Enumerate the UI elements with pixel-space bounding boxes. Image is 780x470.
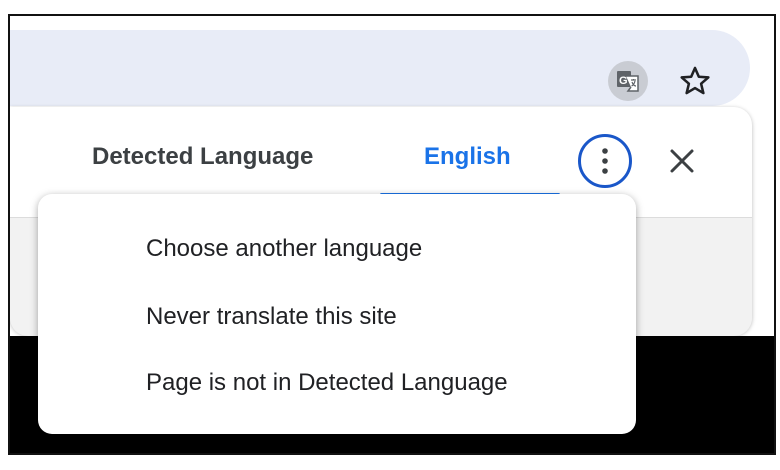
more-vert-icon bbox=[602, 148, 608, 174]
translate-icon[interactable]: G bbox=[608, 61, 648, 101]
menu-item-never-translate[interactable]: Never translate this site bbox=[146, 302, 397, 332]
more-options-button[interactable] bbox=[578, 134, 632, 188]
menu-item-page-not-in-language[interactable]: Page is not in Detected Language bbox=[146, 368, 508, 398]
screenshot-frame: G Detected Language English Choose anoth… bbox=[8, 14, 776, 455]
menu-item-choose-language[interactable]: Choose another language bbox=[146, 234, 422, 264]
tab-english[interactable]: English bbox=[424, 143, 511, 183]
svg-text:G: G bbox=[619, 75, 628, 87]
more-options-menu: Choose another language Never translate … bbox=[38, 194, 636, 434]
address-bar[interactable]: G bbox=[10, 30, 750, 106]
close-icon[interactable] bbox=[666, 145, 698, 177]
star-icon[interactable] bbox=[678, 64, 712, 98]
tab-detected-language[interactable]: Detected Language bbox=[92, 143, 313, 183]
translate-glyph: G bbox=[617, 71, 639, 92]
